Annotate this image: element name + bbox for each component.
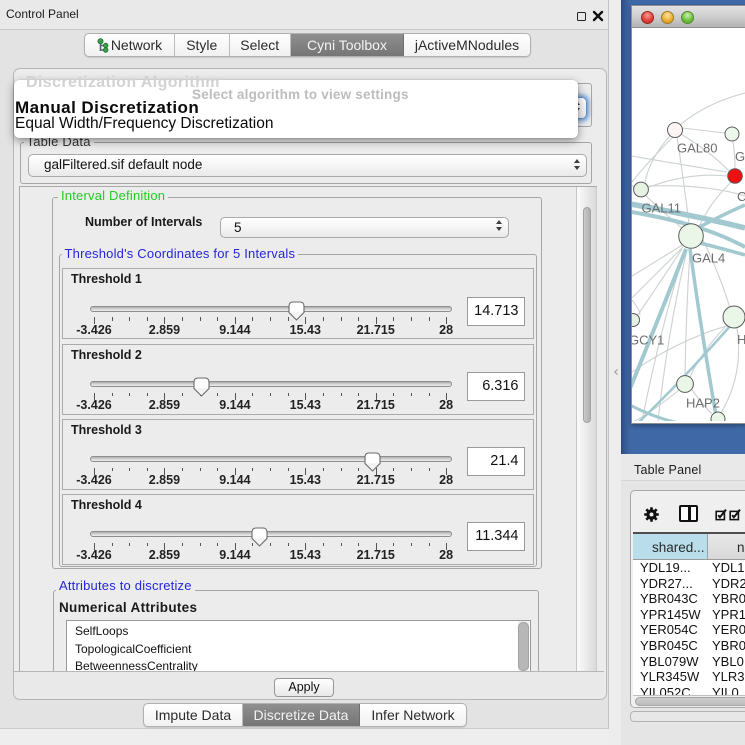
svg-text:GAL80: GAL80 bbox=[677, 141, 717, 156]
svg-text:GCY1: GCY1 bbox=[632, 333, 664, 348]
svg-text:HAP2: HAP2 bbox=[686, 396, 720, 411]
svg-text:G: G bbox=[735, 149, 745, 164]
svg-text:GAL4: GAL4 bbox=[692, 251, 725, 266]
svg-text:H: H bbox=[737, 332, 745, 347]
svg-text:C: C bbox=[737, 189, 745, 204]
svg-text:GAL11: GAL11 bbox=[642, 201, 682, 216]
